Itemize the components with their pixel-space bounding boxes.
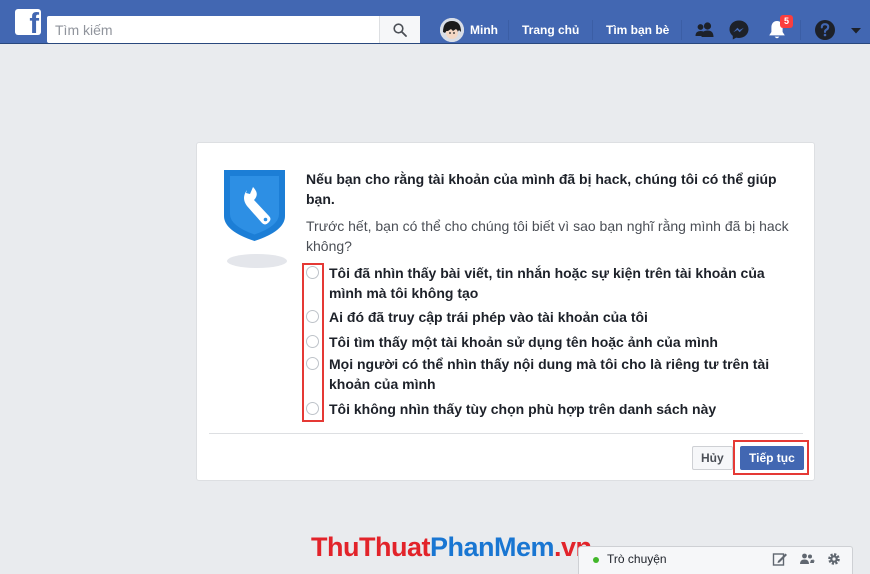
search-input[interactable]: [47, 16, 377, 43]
option-label: Tôi không nhìn thấy tùy chọn phù hợp trê…: [329, 401, 717, 417]
settings-icon[interactable]: [826, 551, 842, 567]
reason-option[interactable]: Mọi người có thể nhìn thấy nội dung mà t…: [306, 354, 791, 394]
nav-divider: [800, 20, 801, 40]
chat-bar[interactable]: Trò chuyện: [578, 546, 853, 574]
reason-option[interactable]: Ai đó đã truy cập trái phép vào tài khoả…: [306, 307, 791, 327]
messenger-icon[interactable]: [726, 17, 752, 43]
facebook-logo-letter: f: [29, 9, 39, 35]
top-navigation-bar: f Minh Trang chủ Tìm bạn bè: [0, 0, 870, 44]
watermark-part: ThuThuat: [311, 532, 430, 562]
dialog-heading: Nếu bạn cho rằng tài khoản của mình đã b…: [306, 171, 777, 207]
option-label: Mọi người có thể nhìn thấy nội dung mà t…: [329, 356, 770, 392]
reason-option[interactable]: Tôi đã nhìn thấy bài viết, tin nhắn hoặc…: [306, 263, 791, 303]
profile-link[interactable]: Minh: [470, 23, 498, 37]
group-icon[interactable]: [799, 551, 815, 567]
online-status-dot: [593, 557, 599, 563]
home-link[interactable]: Trang chủ: [522, 23, 579, 37]
help-icon[interactable]: [812, 17, 838, 43]
shield-shadow: [227, 254, 287, 268]
facebook-logo[interactable]: f: [15, 9, 41, 35]
watermark: ThuThuatPhanMem.vn: [311, 532, 592, 563]
compose-icon[interactable]: [772, 551, 788, 567]
chat-label: Trò chuyện: [607, 552, 667, 566]
avatar[interactable]: [440, 18, 464, 42]
friend-requests-icon[interactable]: [692, 17, 718, 43]
search-box: [47, 16, 420, 43]
nav-divider: [592, 20, 593, 40]
reason-option[interactable]: Tôi không nhìn thấy tùy chọn phù hợp trê…: [306, 399, 791, 419]
find-friends-link[interactable]: Tìm bạn bè: [606, 23, 669, 37]
radio-highlight-box: [302, 263, 324, 422]
watermark-part: PhanMem: [429, 532, 555, 562]
dropdown-caret-icon[interactable]: [846, 17, 866, 43]
search-button[interactable]: [379, 16, 420, 43]
shield-wrench-icon: [224, 170, 285, 241]
cancel-button[interactable]: Hủy: [692, 446, 733, 470]
option-label: Tôi tìm thấy một tài khoản sử dụng tên h…: [329, 334, 718, 350]
option-label: Tôi đã nhìn thấy bài viết, tin nhắn hoặc…: [329, 265, 765, 301]
profile-picture: [440, 18, 464, 42]
option-label: Ai đó đã truy cập trái phép vào tài khoả…: [329, 309, 648, 325]
search-icon: [393, 22, 407, 37]
reason-option[interactable]: Tôi tìm thấy một tài khoản sử dụng tên h…: [306, 332, 791, 352]
divider: [209, 433, 803, 434]
notification-badge: 5: [780, 15, 793, 28]
nav-divider: [681, 20, 682, 40]
dialog-subtext: Trước hết, bạn có thể cho chúng tôi biết…: [306, 218, 789, 254]
hacked-account-dialog: Nếu bạn cho rằng tài khoản của mình đã b…: [196, 142, 815, 481]
continue-button[interactable]: Tiếp tục: [740, 446, 804, 470]
nav-divider: [508, 20, 509, 40]
